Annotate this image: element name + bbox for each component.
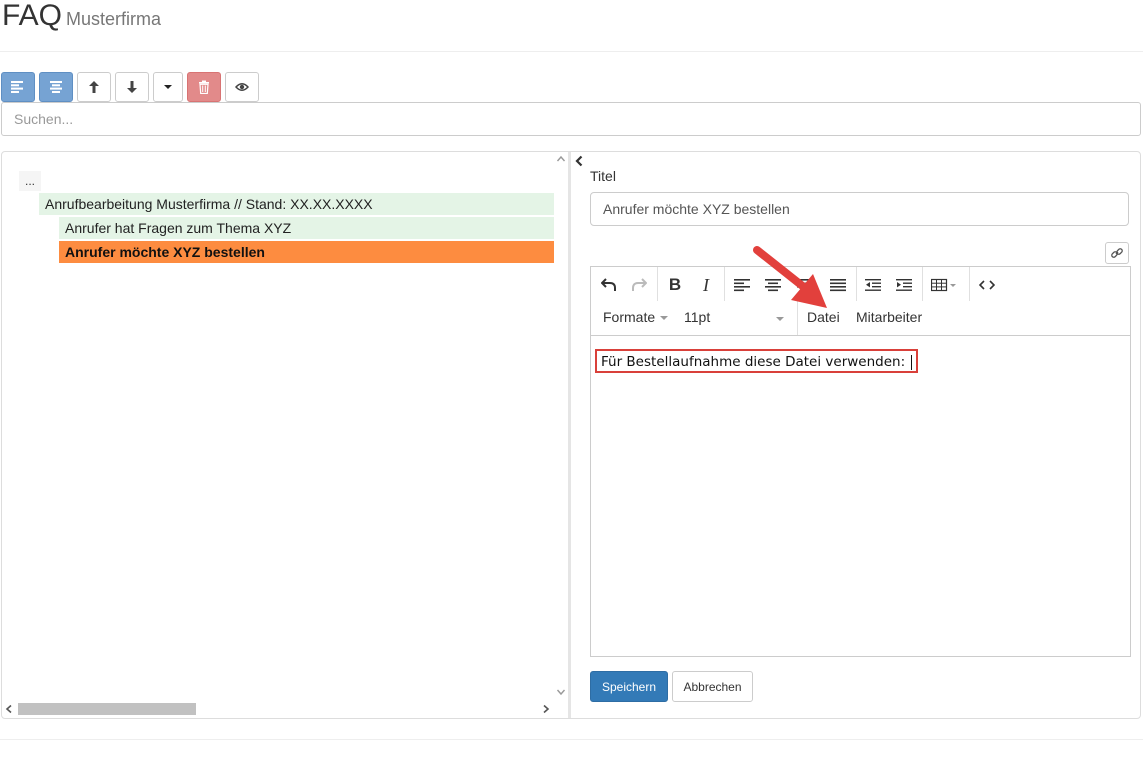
editor-content-text: Für Bestellaufnahme diese Datei verwende… bbox=[601, 354, 906, 370]
header-divider bbox=[0, 51, 1143, 52]
page-title: FAQ Musterfirma bbox=[2, 0, 161, 39]
tree-node[interactable]: Anrufbearbeitung Musterfirma // Stand: X… bbox=[39, 193, 554, 215]
tree-horizontal-scrollbar[interactable] bbox=[2, 701, 554, 717]
move-up-button[interactable] bbox=[77, 72, 111, 102]
move-down-button[interactable] bbox=[115, 72, 149, 102]
redo-icon bbox=[632, 278, 647, 291]
source-code-button[interactable] bbox=[972, 273, 1002, 297]
bold-icon: B bbox=[668, 275, 682, 294]
footer-divider bbox=[0, 739, 1143, 740]
save-button[interactable]: Speichern bbox=[590, 671, 668, 702]
trash-icon bbox=[199, 80, 209, 94]
collapse-panel-icon[interactable] bbox=[574, 154, 584, 170]
title-label: Titel bbox=[590, 168, 616, 184]
tree-root-node[interactable]: ... bbox=[19, 171, 41, 191]
arrow-up-icon bbox=[89, 81, 99, 93]
page-title-main: FAQ bbox=[2, 0, 63, 32]
align-left-icon bbox=[11, 81, 23, 93]
caret-down-icon bbox=[660, 316, 669, 321]
outdent-button[interactable] bbox=[858, 273, 888, 297]
panel-splitter[interactable] bbox=[568, 152, 571, 718]
indent-icon bbox=[896, 279, 912, 291]
rich-text-editor[interactable]: B I Formate 11pt Datei Mitarbeiter Für B… bbox=[590, 266, 1131, 657]
formats-label: Formate bbox=[603, 309, 656, 325]
arrow-down-icon bbox=[127, 81, 137, 93]
indent-button[interactable] bbox=[889, 273, 919, 297]
outdent-icon bbox=[865, 279, 881, 291]
title-field[interactable] bbox=[590, 192, 1129, 226]
scroll-up-icon bbox=[556, 155, 566, 162]
tree-node-active[interactable]: Anrufer möchte XYZ bestellen bbox=[59, 241, 554, 263]
editor-toolbar: B I Formate 11pt Datei Mitarbeiter bbox=[591, 267, 1130, 336]
italic-button[interactable]: I bbox=[691, 273, 721, 297]
align-left-button[interactable] bbox=[1, 72, 35, 102]
scroll-left-icon bbox=[5, 704, 12, 714]
undo-icon bbox=[601, 278, 616, 291]
table-button[interactable] bbox=[926, 273, 964, 297]
tree-vertical-scrollbar[interactable] bbox=[554, 152, 568, 702]
delete-button[interactable] bbox=[187, 72, 221, 102]
staff-menu[interactable]: Mitarbeiter bbox=[856, 309, 922, 325]
formats-menu[interactable]: Formate bbox=[603, 309, 669, 325]
font-size-value: 11pt bbox=[684, 309, 711, 325]
link-button[interactable] bbox=[1105, 242, 1129, 264]
align-center-icon bbox=[50, 81, 62, 93]
preview-button[interactable] bbox=[225, 72, 259, 102]
scrollbar-thumb[interactable] bbox=[18, 703, 196, 715]
align-center-button[interactable] bbox=[39, 72, 73, 102]
code-icon bbox=[979, 280, 995, 290]
cancel-button[interactable]: Abbrechen bbox=[672, 671, 753, 702]
annotation-arrow-icon bbox=[745, 240, 835, 321]
text-cursor bbox=[911, 354, 913, 370]
caret-down-icon bbox=[164, 85, 172, 89]
redo-button[interactable] bbox=[624, 273, 654, 297]
italic-icon: I bbox=[703, 274, 709, 295]
eye-icon bbox=[235, 83, 249, 91]
table-icon bbox=[931, 278, 956, 292]
more-dropdown-button[interactable] bbox=[153, 72, 183, 102]
tree-node[interactable]: Anrufer hat Fragen zum Thema XYZ bbox=[59, 217, 554, 239]
link-icon bbox=[1111, 248, 1123, 258]
bold-button[interactable]: B bbox=[660, 273, 690, 297]
editor-content[interactable]: Für Bestellaufnahme diese Datei verwende… bbox=[595, 349, 919, 373]
undo-button[interactable] bbox=[594, 273, 624, 297]
page-subtitle: Musterfirma bbox=[66, 9, 162, 29]
search-input[interactable] bbox=[1, 102, 1141, 136]
scroll-right-icon bbox=[543, 704, 550, 714]
scroll-down-icon bbox=[556, 689, 566, 696]
